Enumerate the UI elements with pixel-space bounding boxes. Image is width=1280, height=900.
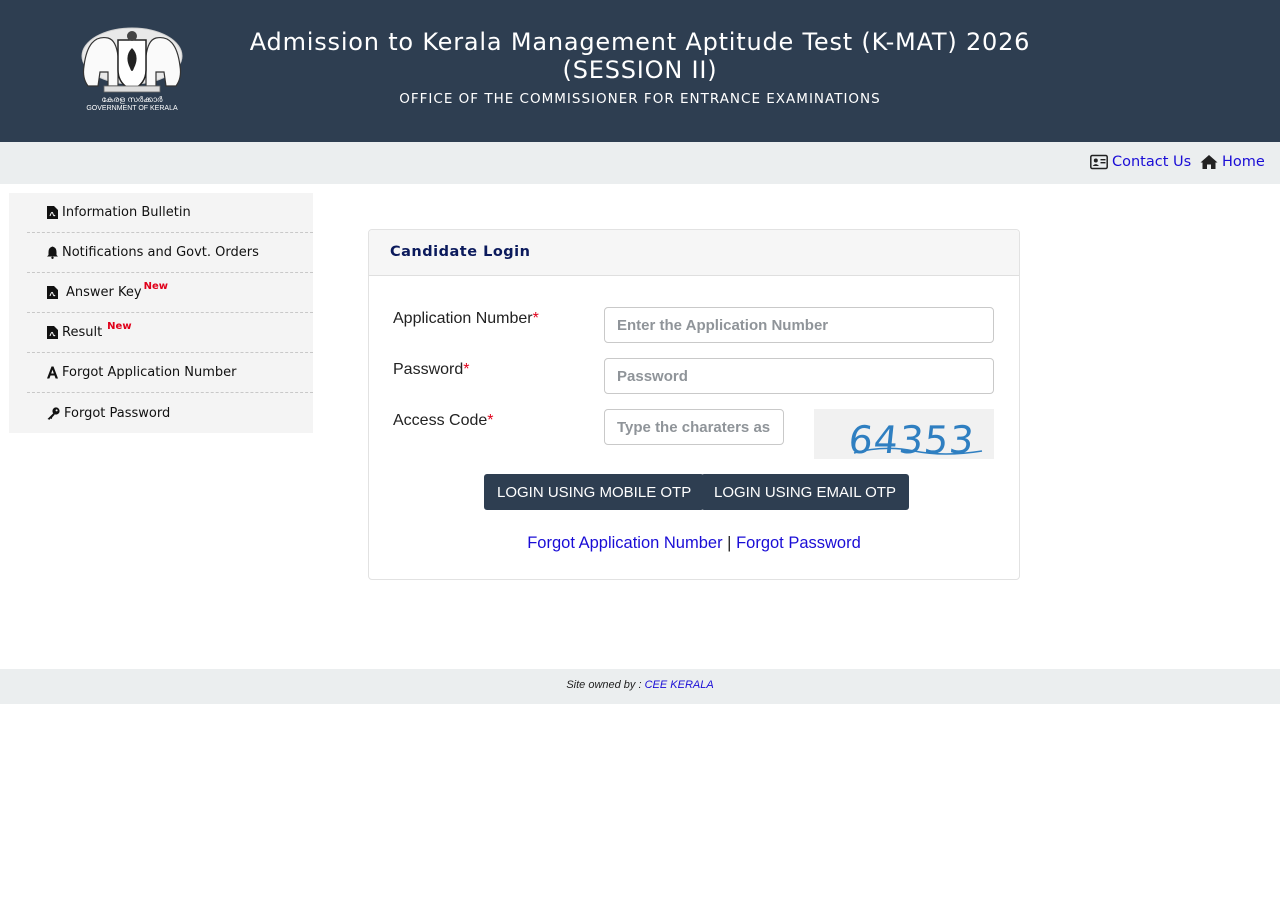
emblem-caption-english: GOVERNMENT OF KERALA [86, 105, 178, 112]
pdf-icon [47, 326, 58, 339]
label-text: Application Number [393, 310, 533, 327]
top-nav-bar: Contact Us Home [0, 142, 1280, 184]
login-mobile-otp-button[interactable]: LOGIN USING MOBILE OTP [484, 474, 705, 510]
footer-owned-by-text: Site owned by : [566, 679, 642, 691]
cee-kerala-link[interactable]: CEE KERALA [645, 679, 714, 691]
sidebar-item-label: Answer Key [66, 285, 142, 300]
sidebar-item-label: Forgot Password [64, 405, 171, 421]
sidebar-item-answer-key[interactable]: Answer Key New [27, 273, 313, 313]
site-footer: Site owned by : CEE KERALA [0, 669, 1280, 704]
password-label: Password* [393, 361, 469, 379]
forgot-password-link[interactable]: Forgot Password [736, 534, 861, 552]
session-title: (SESSION II) [562, 56, 718, 84]
sidebar-item-result[interactable]: Result New [27, 313, 313, 353]
card-title: Candidate Login [369, 230, 1019, 276]
home-icon [1200, 155, 1218, 169]
new-badge: New [143, 281, 168, 292]
candidate-login-card: Candidate Login Application Number* Pass… [368, 229, 1020, 580]
sidebar-item-label: Forgot Application Number [62, 365, 237, 380]
office-subtitle: OFFICE OF THE COMMISSIONER FOR ENTRANCE … [399, 91, 881, 107]
label-text: Password [393, 361, 464, 378]
home-label: Home [1222, 154, 1265, 170]
forgot-application-number-link[interactable]: Forgot Application Number [527, 534, 722, 552]
pdf-icon [47, 206, 58, 219]
sidebar-item-forgot-password[interactable]: Forgot Password [27, 393, 313, 433]
sidebar-item-label: Information Bulletin [62, 205, 191, 220]
label-text: Access Code [393, 412, 488, 429]
pdf-icon [47, 286, 58, 299]
address-card-icon [1090, 154, 1108, 170]
header-title-block: Admission to Kerala Management Aptitude … [200, 28, 1080, 107]
contact-us-label: Contact Us [1112, 154, 1192, 170]
access-code-label: Access Code* [393, 412, 494, 430]
contact-us-link[interactable]: Contact Us [1090, 154, 1191, 170]
sidebar-item-forgot-application-number[interactable]: Forgot Application Number [27, 353, 313, 393]
application-number-input[interactable] [604, 307, 994, 343]
required-mark: * [487, 412, 494, 429]
access-code-input[interactable] [604, 409, 784, 445]
sidebar-item-information-bulletin[interactable]: Information Bulletin [27, 193, 313, 233]
font-icon [47, 366, 58, 379]
captcha-text: 64353 [846, 418, 976, 459]
key-icon [47, 406, 60, 420]
password-input[interactable] [604, 358, 994, 394]
bell-icon [47, 246, 58, 259]
sidebar-item-notifications[interactable]: Notifications and Govt. Orders [27, 233, 313, 273]
home-link[interactable]: Home [1200, 154, 1265, 170]
site-header: കേരള സർക്കാർ GOVERNMENT OF KERALA Admiss… [0, 0, 1280, 142]
new-badge: New [107, 321, 132, 332]
sidebar-item-label: Notifications and Govt. Orders [62, 245, 259, 260]
login-email-otp-button[interactable]: LOGIN USING EMAIL OTP [701, 474, 909, 510]
emblem-caption-malayalam: കേരള സർക്കാർ [101, 95, 163, 104]
forgot-links-row: Forgot Application Number | Forgot Passw… [369, 534, 1019, 553]
link-separator: | [727, 534, 732, 552]
sidebar: Information Bulletin Notifications and G… [9, 193, 313, 433]
required-mark: * [532, 310, 539, 327]
page-title: Admission to Kerala Management Aptitude … [249, 28, 1031, 56]
required-mark: * [463, 361, 470, 378]
application-number-label: Application Number* [393, 310, 539, 328]
captcha-image: 64353 [814, 409, 994, 459]
sidebar-item-label: Result [62, 325, 103, 340]
